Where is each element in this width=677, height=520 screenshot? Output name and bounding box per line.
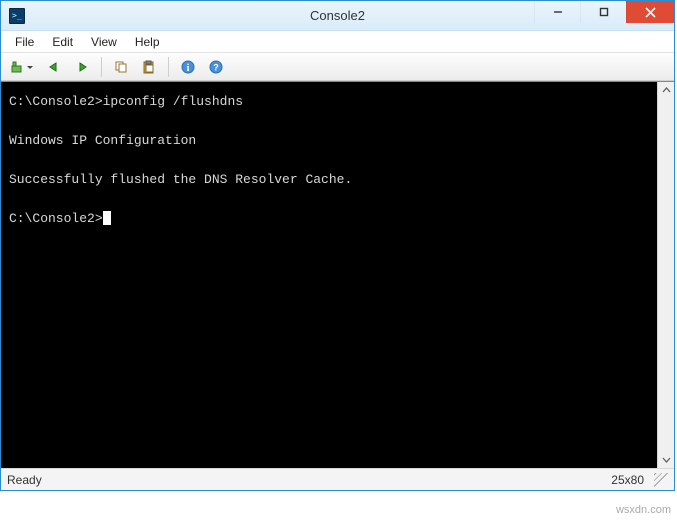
menubar: File Edit View Help — [1, 31, 674, 53]
menu-file[interactable]: File — [7, 33, 42, 51]
terminal-line: Successfully flushed the DNS Resolver Ca… — [9, 172, 352, 187]
copy-button[interactable] — [110, 56, 132, 78]
maximize-icon — [599, 7, 609, 17]
chevron-up-icon — [662, 86, 671, 95]
prev-arrow-icon — [47, 60, 61, 74]
help-icon: ? — [209, 60, 223, 74]
watermark: wsxdn.com — [616, 504, 671, 516]
close-icon — [645, 7, 656, 18]
status-right: 25x80 — [611, 473, 668, 487]
prompt-text: C:\Console2> — [9, 211, 103, 226]
chevron-down-icon — [662, 455, 671, 464]
minimize-icon — [553, 7, 563, 17]
size-grip[interactable] — [654, 473, 668, 487]
info-button[interactable]: i — [177, 56, 199, 78]
prev-tab-button[interactable] — [43, 56, 65, 78]
prompt-text: C:\Console2> — [9, 94, 103, 109]
scroll-up-button[interactable] — [658, 82, 674, 99]
minimize-button[interactable] — [534, 1, 580, 23]
window-controls — [534, 1, 674, 23]
info-icon: i — [181, 60, 195, 74]
close-button[interactable] — [626, 1, 674, 23]
menu-edit[interactable]: Edit — [44, 33, 81, 51]
maximize-button[interactable] — [580, 1, 626, 23]
cursor — [103, 211, 111, 225]
paste-button[interactable] — [138, 56, 160, 78]
statusbar: Ready 25x80 — [1, 468, 674, 490]
next-tab-button[interactable] — [71, 56, 93, 78]
terminal-area: C:\Console2>ipconfig /flushdns Windows I… — [1, 81, 674, 468]
copy-icon — [114, 60, 128, 74]
scroll-down-button[interactable] — [658, 451, 674, 468]
status-ready: Ready — [7, 473, 42, 487]
app-icon — [9, 8, 25, 24]
terminal[interactable]: C:\Console2>ipconfig /flushdns Windows I… — [1, 82, 657, 468]
toolbar: i ? — [1, 53, 674, 81]
titlebar[interactable]: Console2 — [1, 1, 674, 31]
next-arrow-icon — [75, 60, 89, 74]
svg-text:i: i — [187, 63, 190, 74]
menu-help[interactable]: Help — [127, 33, 168, 51]
svg-text:?: ? — [213, 62, 219, 72]
menu-view[interactable]: View — [83, 33, 125, 51]
toolbar-separator — [168, 57, 169, 77]
paste-icon — [142, 60, 156, 74]
scroll-track[interactable] — [658, 99, 674, 451]
help-button[interactable]: ? — [205, 56, 227, 78]
status-dimensions: 25x80 — [611, 473, 644, 487]
app-window: Console2 File Edit View Help — [0, 0, 675, 491]
terminal-scrollbar[interactable] — [657, 82, 674, 468]
terminal-line: Windows IP Configuration — [9, 133, 196, 148]
new-tab-button[interactable] — [7, 56, 37, 78]
command-text: ipconfig /flushdns — [103, 94, 243, 109]
new-tab-icon — [10, 60, 24, 74]
toolbar-separator — [101, 57, 102, 77]
